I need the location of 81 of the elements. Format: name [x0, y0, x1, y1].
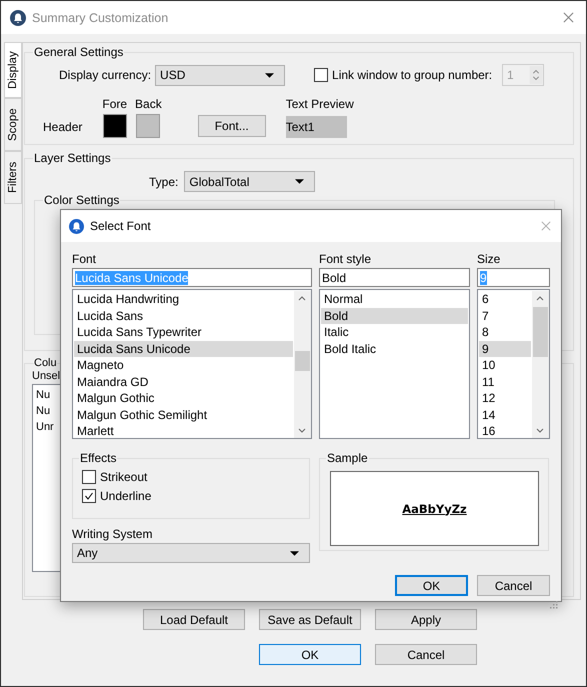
- currency-label: Display currency:: [59, 68, 152, 82]
- size-item[interactable]: 6: [479, 291, 531, 308]
- size-item[interactable]: 9: [479, 340, 531, 357]
- window-title: Summary Customization: [32, 10, 168, 24]
- currency-dropdown[interactable]: USD: [155, 64, 286, 86]
- fore-label: Fore: [102, 97, 128, 111]
- dialog-button[interactable]: Cancel: [375, 644, 477, 665]
- action-button[interactable]: Apply: [375, 609, 477, 630]
- back-label: Back: [135, 97, 162, 111]
- close-icon[interactable]: [541, 221, 551, 231]
- font-item[interactable]: Lucida Sans: [74, 308, 293, 324]
- writing-system-label: Writing System: [72, 527, 154, 541]
- bell-logo-icon: [69, 218, 84, 234]
- effect-checkbox[interactable]: [82, 489, 96, 503]
- size-item[interactable]: 8: [479, 324, 531, 340]
- font-item[interactable]: Malgun Gothic: [74, 390, 293, 406]
- group-title: Layer Settings: [33, 151, 112, 165]
- color-swatch[interactable]: [136, 114, 160, 138]
- bell-logo-icon: [10, 10, 26, 26]
- spinner-arrows-icon: [529, 66, 543, 84]
- size-item[interactable]: 10: [479, 357, 531, 374]
- size-item[interactable]: 16: [479, 423, 531, 440]
- effect-checkbox[interactable]: [82, 470, 96, 484]
- font-item[interactable]: Marlett: [74, 423, 293, 440]
- style-item[interactable]: Italic: [321, 324, 468, 340]
- style-item[interactable]: Bold: [321, 308, 468, 324]
- group-title: Sample: [326, 451, 369, 465]
- style-label: Font style: [319, 252, 372, 266]
- checkmark-icon: [84, 491, 94, 501]
- size-item[interactable]: 7: [479, 308, 531, 324]
- font-label: Font: [72, 252, 98, 266]
- style-item[interactable]: Normal: [321, 291, 468, 308]
- font-item[interactable]: Lucida Sans Typewriter: [74, 324, 293, 340]
- font-item[interactable]: Lucida Handwriting: [74, 291, 293, 308]
- color-swatch[interactable]: [102, 114, 127, 138]
- scrollbar[interactable]: [532, 291, 549, 438]
- preview-label: Text Preview: [286, 97, 354, 111]
- action-button[interactable]: Load Default: [143, 609, 245, 630]
- size-list[interactable]: 6 7 8 9 10 11 12 14 16: [477, 289, 550, 439]
- type-label: Type:: [149, 174, 178, 188]
- size-item[interactable]: 11: [479, 374, 531, 390]
- scrollbar[interactable]: [294, 291, 311, 438]
- effect-label: Strikeout: [100, 470, 148, 484]
- dropdown-arrow-icon: [265, 72, 274, 78]
- dialog-button[interactable]: Cancel: [477, 575, 550, 596]
- font-item[interactable]: Malgun Gothic Semilight: [74, 406, 293, 423]
- group-title: Color Settings: [43, 193, 120, 207]
- font-item[interactable]: Lucida Sans Unicode: [74, 340, 293, 357]
- font-button[interactable]: Font...: [198, 115, 266, 137]
- font-item[interactable]: Magneto: [74, 357, 293, 374]
- group-title: General Settings: [33, 45, 124, 59]
- size-label: Size: [477, 252, 502, 266]
- side-tab[interactable]: Display: [4, 42, 22, 98]
- resize-grip-icon[interactable]: [550, 601, 558, 609]
- close-icon[interactable]: [563, 12, 574, 23]
- dialog-button[interactable]: OK: [259, 644, 361, 665]
- writing-system-dropdown[interactable]: Any: [72, 543, 310, 563]
- size-item[interactable]: 14: [479, 406, 531, 423]
- font-item[interactable]: Maiandra GD: [74, 374, 293, 390]
- effect-label: Underline: [100, 489, 152, 503]
- action-button[interactable]: Save as Default: [259, 609, 361, 630]
- size-item[interactable]: 12: [479, 390, 531, 406]
- link-checkbox[interactable]: [314, 68, 328, 82]
- font-list[interactable]: Lucida Handwriting Lucida Sans Lucida Sans Typewriter Lucida Sans Unicode Magneto Maiandra GD Malgun Gothic Malgun Gothic Semilight Marlett: [72, 289, 312, 439]
- dialog-button[interactable]: OK: [395, 575, 468, 596]
- text-preview: Text1: [286, 116, 347, 138]
- sample-text: AaBbYyZz: [402, 502, 467, 516]
- dropdown-arrow-icon: [290, 550, 299, 556]
- style-list[interactable]: Normal Bold Italic Bold Italic: [319, 289, 470, 439]
- style-field[interactable]: Bold: [319, 268, 470, 287]
- link-label: Link window to group number:: [332, 68, 492, 82]
- list-label: Unsel: [32, 370, 60, 382]
- dropdown-arrow-icon: [295, 179, 304, 184]
- group-title: Effects: [79, 451, 118, 465]
- side-tab[interactable]: Scope: [4, 98, 22, 151]
- style-item[interactable]: Bold Italic: [321, 340, 468, 357]
- dialog-title: Select Font: [90, 219, 151, 233]
- side-tab[interactable]: Filters: [4, 151, 22, 204]
- group-title: Colu: [34, 356, 57, 370]
- header-label: Header: [43, 120, 82, 134]
- type-dropdown[interactable]: GlobalTotal: [184, 171, 316, 192]
